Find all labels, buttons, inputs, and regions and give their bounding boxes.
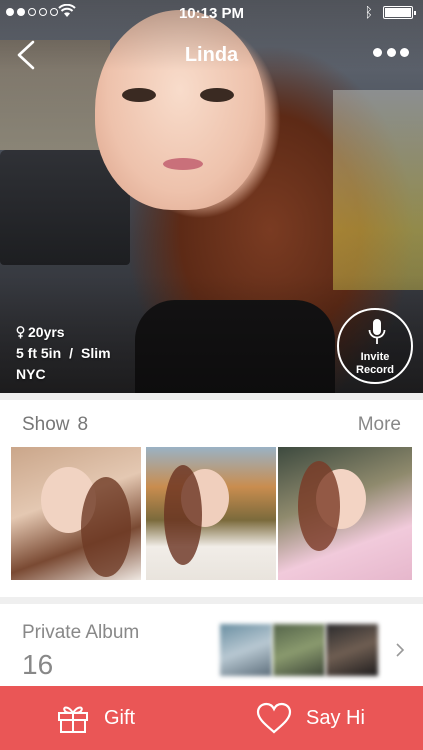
show-label: Show [22,414,70,435]
battery-icon [383,6,416,19]
profile-body-row: 5 ft 5in / Slim [16,343,111,364]
say-hi-label: Say Hi [306,706,365,729]
more-options-icon[interactable] [373,48,409,60]
invite-record-label: Invite Record [339,351,411,377]
gift-label: Gift [104,706,136,729]
microphone-icon [368,319,386,344]
show-section: Show 8 More [0,400,423,597]
back-chevron-icon[interactable] [14,40,36,70]
gift-button[interactable]: Gift [56,686,135,750]
private-album-blurred-thumbnail [326,624,378,676]
thumbnail-hair [298,461,340,551]
private-album-blurred-thumbnail [273,624,325,676]
more-dot [400,48,409,57]
show-photo-thumbnail[interactable] [278,447,412,580]
profile-age-row: 20yrs [16,322,111,343]
show-photo-thumbnail[interactable] [11,447,141,580]
heart-icon [256,702,292,734]
private-album-row[interactable]: Private Album 16 [0,604,423,686]
bluetooth-icon: ᛒ [364,4,373,20]
show-title: Show 8 [22,414,88,436]
invite-label-line2: Record [356,364,394,376]
profile-body-type: Slim [81,345,111,361]
say-hi-button[interactable]: Say Hi [256,686,365,750]
thumbnail-hair [164,465,202,565]
more-dot [386,48,396,57]
show-more-link[interactable]: More [358,414,401,436]
show-count: 8 [77,414,89,435]
invite-record-button[interactable]: Invite Record [337,308,413,384]
profile-info: 20yrs 5 ft 5in / Slim NYC [16,322,111,385]
private-album-label: Private Album [22,622,140,643]
private-album-blurred-thumbnail [220,624,272,676]
thumbnail-hair [81,477,131,577]
status-bar: 10:13 PM ᛒ [0,0,423,26]
show-photo-thumbnail[interactable] [146,447,276,580]
private-album-count: 16 [22,649,54,680]
status-time: 10:13 PM [178,5,245,22]
female-icon [16,326,25,339]
profile-separator: / [69,345,74,361]
bottom-action-bar: Gift Say Hi [0,686,423,750]
gift-icon [58,706,88,733]
invite-label-line1: Invite [360,351,390,363]
profile-height: 5 ft 5in [16,345,62,361]
profile-age: 20yrs [28,324,65,340]
chevron-right-icon [396,643,405,657]
more-dot [373,48,382,57]
profile-location: NYC [16,366,46,382]
